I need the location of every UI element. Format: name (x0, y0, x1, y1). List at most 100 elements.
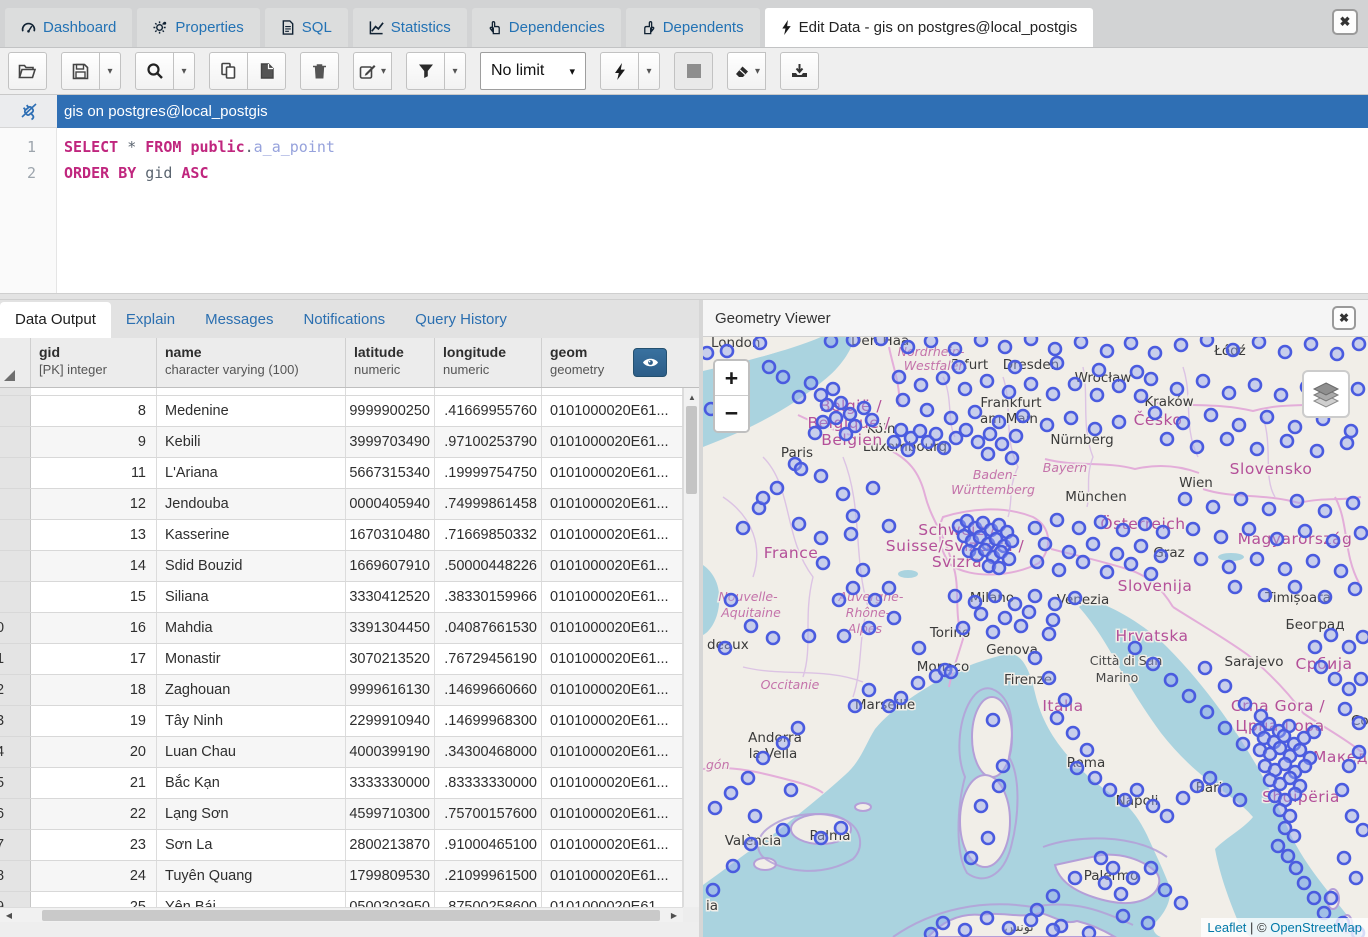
execute-dropdown-button[interactable]: ▾ (638, 52, 660, 90)
geometry-point-marker[interactable] (771, 482, 783, 494)
geometry-point-marker[interactable] (793, 518, 805, 530)
geometry-point-marker[interactable] (997, 760, 1009, 772)
geometry-point-marker[interactable] (938, 442, 950, 454)
geometry-point-marker[interactable] (1215, 531, 1227, 543)
view-geometry-button[interactable] (633, 348, 667, 377)
geometry-point-marker[interactable] (847, 510, 859, 522)
column-header-longitude[interactable]: longitudenumeric (435, 338, 542, 387)
clear-button[interactable]: ▾ (727, 52, 766, 90)
geometry-point-marker[interactable] (1139, 518, 1151, 530)
data-cell[interactable]: .19999754750 (435, 458, 542, 488)
grid-vertical-scrollbar[interactable]: ▲ ▼ (683, 388, 699, 922)
geometry-point-marker[interactable] (1031, 556, 1043, 568)
geometry-point-marker[interactable] (827, 383, 839, 395)
results-tab-data-output[interactable]: Data Output (0, 302, 111, 338)
geometry-point-marker[interactable] (1125, 558, 1137, 570)
column-header-geom[interactable]: geomgeometry (542, 338, 689, 387)
geometry-point-marker[interactable] (1029, 590, 1041, 602)
data-cell[interactable]: .74999861458 (435, 489, 542, 519)
data-cell[interactable]: 0101000020E61... (542, 520, 683, 550)
geometry-point-marker[interactable] (959, 924, 971, 936)
data-cell[interactable]: 3333330000 (346, 768, 435, 798)
geometry-point-marker[interactable] (915, 379, 927, 391)
row-header-cell[interactable]: 1 (0, 644, 31, 674)
tab-dependencies[interactable]: Dependencies (472, 8, 621, 47)
geometry-point-marker[interactable] (1029, 522, 1041, 534)
geometry-point-marker[interactable] (1311, 445, 1323, 457)
geometry-point-marker[interactable] (844, 408, 856, 420)
data-cell[interactable]: 15 (31, 582, 157, 612)
data-cell[interactable]: Tuyên Quang (157, 861, 346, 891)
geometry-point-marker[interactable] (866, 414, 878, 426)
geometry-point-marker[interactable] (1059, 694, 1071, 706)
geometry-point-marker[interactable] (1259, 589, 1271, 601)
geometry-point-marker[interactable] (847, 337, 859, 346)
geometry-point-marker[interactable] (937, 917, 949, 929)
geometry-point-marker[interactable] (987, 714, 999, 726)
geometry-point-marker[interactable] (1309, 641, 1321, 653)
geometry-point-marker[interactable] (1353, 338, 1365, 350)
geometry-point-marker[interactable] (1149, 407, 1161, 419)
geometry-point-marker[interactable] (1089, 423, 1101, 435)
data-cell[interactable]: .50000448226 (435, 551, 542, 581)
data-cell[interactable]: 4599710300 (346, 799, 435, 829)
table-row[interactable]: 218Zaghouan9999616130.146996606600101000… (0, 675, 683, 706)
data-cell[interactable]: 0101000020E61... (542, 830, 683, 860)
geometry-point-marker[interactable] (888, 612, 900, 624)
geometry-point-marker[interactable] (1308, 892, 1320, 904)
geometry-point-marker[interactable] (1025, 914, 1037, 926)
geometry-point-marker[interactable] (1104, 784, 1116, 796)
geometry-point-marker[interactable] (1101, 345, 1113, 357)
geometry-point-marker[interactable] (1006, 535, 1018, 547)
geometry-point-marker[interactable] (1029, 652, 1041, 664)
data-cell[interactable]: 1669607910 (346, 551, 435, 581)
geometry-point-marker[interactable] (1275, 389, 1287, 401)
geometry-point-marker[interactable] (1131, 366, 1143, 378)
results-tab-notifications[interactable]: Notifications (288, 302, 400, 338)
geometry-point-marker[interactable] (1043, 672, 1055, 684)
download-button[interactable] (780, 52, 819, 90)
geometry-point-marker[interactable] (1171, 383, 1183, 395)
geometry-point-marker[interactable] (883, 582, 895, 594)
geometry-point-marker[interactable] (1047, 890, 1059, 902)
geometry-point-marker[interactable] (1089, 772, 1101, 784)
row-header-cell[interactable] (0, 582, 31, 612)
geometry-point-marker[interactable] (982, 448, 994, 460)
geometry-point-marker[interactable] (1353, 717, 1365, 729)
table-row[interactable]: 521Bắc Kạn3333330000.8333333000001010000… (0, 768, 683, 799)
geometry-point-marker[interactable] (1221, 433, 1233, 445)
geometry-point-marker[interactable] (805, 377, 817, 389)
geometry-point-marker[interactable] (1233, 419, 1245, 431)
row-header-cell[interactable] (0, 551, 31, 581)
geometry-point-marker[interactable] (1197, 375, 1209, 387)
data-cell[interactable]: Monastir (157, 644, 346, 674)
geometry-point-marker[interactable] (749, 810, 761, 822)
row-header-cell[interactable]: 2 (0, 675, 31, 705)
geometry-point-marker[interactable] (949, 343, 961, 355)
geometry-point-marker[interactable] (1003, 386, 1015, 398)
data-cell[interactable]: 23 (31, 830, 157, 860)
tab-properties[interactable]: Properties (137, 8, 259, 47)
geometry-point-marker[interactable] (1345, 425, 1357, 437)
geometry-point-marker[interactable] (1145, 568, 1157, 580)
leaflet-link[interactable]: Leaflet (1207, 920, 1246, 935)
geometry-point-marker[interactable] (742, 772, 754, 784)
geometry-point-marker[interactable] (845, 528, 857, 540)
geometry-point-marker[interactable] (993, 562, 1005, 574)
openstreetmap-link[interactable]: OpenStreetMap (1270, 920, 1362, 935)
geometry-point-marker[interactable] (1327, 535, 1339, 547)
geometry-point-marker[interactable] (815, 832, 827, 844)
geometry-point-marker[interactable] (999, 612, 1011, 624)
geometry-point-marker[interactable] (1346, 810, 1358, 822)
geometry-point-marker[interactable] (1299, 525, 1311, 537)
geometry-point-marker[interactable] (1127, 872, 1139, 884)
row-header-cell[interactable]: 0 (0, 613, 31, 643)
tab-sql[interactable]: SQL (265, 8, 348, 47)
geometry-point-marker[interactable] (777, 737, 789, 749)
geometry-point-marker[interactable] (737, 522, 749, 534)
geometry-point-marker[interactable] (1017, 410, 1029, 422)
geometry-point-marker[interactable] (1177, 417, 1189, 429)
geometry-point-marker[interactable] (1101, 566, 1113, 578)
geometry-point-marker[interactable] (999, 341, 1011, 353)
data-cell[interactable]: .38330159966 (435, 582, 542, 612)
